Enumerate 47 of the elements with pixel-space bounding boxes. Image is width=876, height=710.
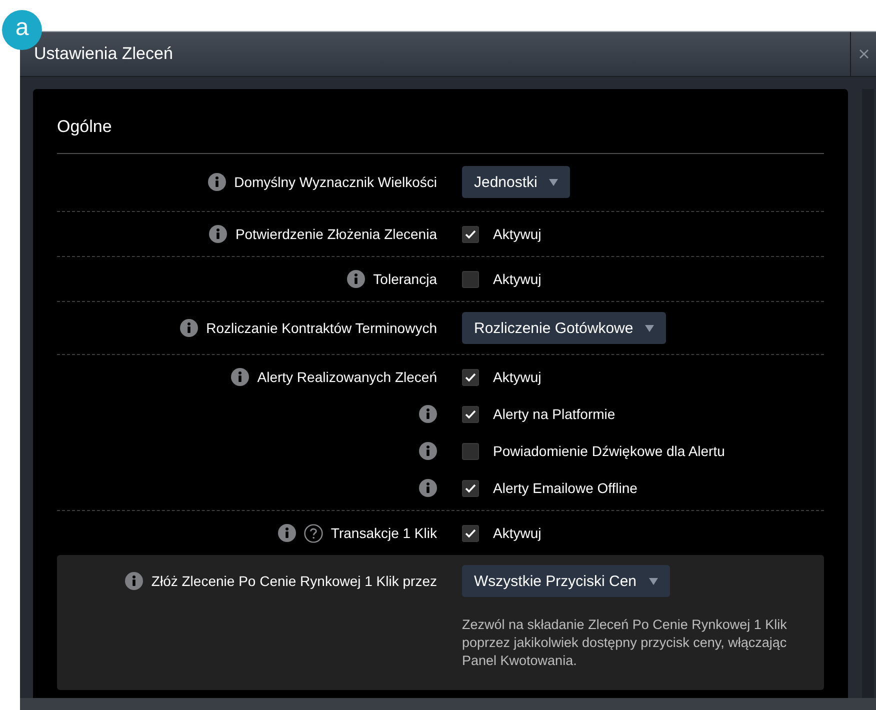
info-icon[interactable] — [419, 479, 437, 497]
caret-icon — [645, 324, 654, 332]
setting-label: Rozliczanie Kontraktów Terminowych — [206, 320, 437, 336]
checkmark-icon — [465, 230, 476, 238]
checkbox-label: Powiadomienie Dźwiękowe dla Alertu — [493, 443, 725, 459]
info-icon[interactable] — [278, 524, 296, 542]
setting-description: Zezwól na składanie Zleceń Po Cenie Rynkowej 1 Klik poprzez jakikolwiek dostępny przycisk ceny, włączając Panel Kwotowania. — [462, 616, 788, 670]
help-icon[interactable] — [304, 524, 323, 542]
dropdown[interactable]: Rozliczenie Gotówkowe — [462, 312, 666, 344]
checkbox[interactable] — [462, 442, 479, 460]
info-icon[interactable] — [347, 270, 366, 288]
checkmark-icon — [465, 372, 476, 382]
setting-label: Złóż Zlecenie Po Cenie Rynkowej 1 Klik przez — [151, 573, 437, 589]
scrollbar[interactable] — [862, 89, 874, 698]
caret-icon — [648, 578, 658, 584]
checkbox[interactable] — [462, 480, 479, 496]
checkbox-label: Aktywuj — [493, 226, 542, 242]
setting-label: Tolerancja — [373, 271, 437, 287]
info-icon[interactable] — [180, 319, 198, 337]
info-icon[interactable] — [419, 405, 437, 423]
info-icon[interactable] — [125, 572, 144, 590]
dropdown[interactable]: Wszystkie Przyciski Cen — [462, 565, 670, 597]
info-icon[interactable] — [209, 225, 228, 243]
checkbox[interactable] — [462, 368, 479, 386]
info-icon[interactable] — [231, 368, 250, 386]
checkbox[interactable] — [462, 270, 479, 288]
caret-icon — [549, 178, 558, 186]
checkbox-label: Aktywuj — [493, 525, 542, 541]
section-title: Ogólne — [57, 116, 113, 138]
setting-label: Transakcje 1 Klik — [330, 525, 437, 541]
checkbox[interactable] — [462, 524, 479, 542]
info-icon[interactable] — [419, 442, 437, 460]
checkbox-label: Aktywuj — [493, 369, 542, 385]
checkbox-label: Alerty na Platformie — [493, 406, 616, 422]
checkbox[interactable] — [462, 226, 479, 242]
checkmark-icon — [465, 410, 476, 418]
dropdown[interactable]: Jednostki — [462, 166, 570, 198]
setting-label: Potwierdzenie Złożenia Zlecenia — [235, 226, 437, 242]
checkbox[interactable] — [462, 406, 479, 422]
checkmark-icon — [465, 528, 476, 538]
checkmark-icon — [465, 484, 476, 492]
setting-label: Alerty Realizowanych Zleceń — [257, 369, 437, 385]
checkbox-label: Alerty Emailowe Offline — [493, 480, 638, 496]
info-icon[interactable] — [208, 173, 226, 191]
close-icon — [858, 49, 868, 59]
checkbox-label: Aktywuj — [493, 271, 542, 287]
setting-label: Domyślny Wyznacznik Wielkości — [234, 174, 437, 190]
